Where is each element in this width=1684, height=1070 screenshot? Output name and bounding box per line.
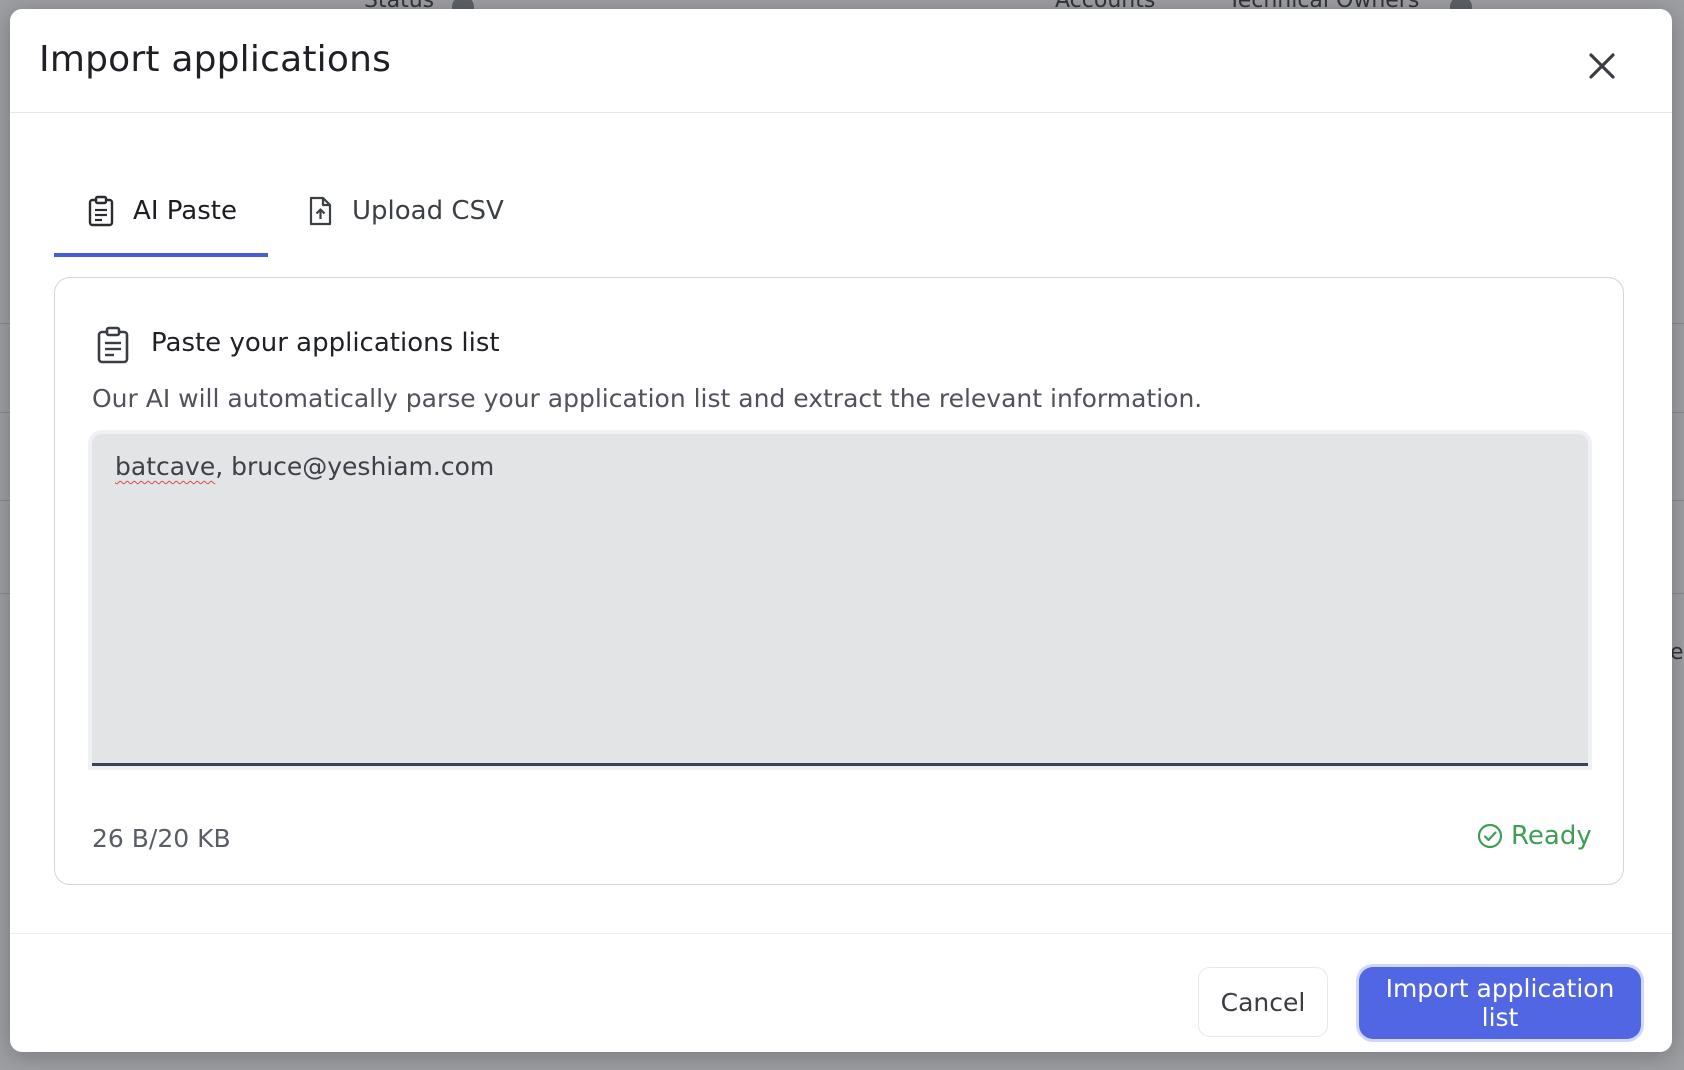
check-circle-icon xyxy=(1477,823,1503,849)
clipboard-icon xyxy=(97,326,129,364)
tab-upload-csv[interactable]: Upload CSV xyxy=(304,169,524,253)
file-upload-icon xyxy=(309,196,332,226)
close-button[interactable] xyxy=(1580,44,1624,88)
import-application-list-button[interactable]: Import application list xyxy=(1359,967,1641,1039)
clipboard-icon xyxy=(88,195,114,227)
tab-ai-paste[interactable]: AI Paste xyxy=(54,169,268,257)
card-description: Our AI will automatically parse your app… xyxy=(92,384,1203,413)
tab-label: AI Paste xyxy=(133,196,237,226)
applications-paste-input[interactable] xyxy=(92,434,1588,766)
tab-label: Upload CSV xyxy=(352,196,504,226)
modal-title: Import applications xyxy=(39,39,392,80)
status-badge: Ready xyxy=(1477,821,1592,851)
paste-card: Paste your applications list Our AI will… xyxy=(54,277,1624,885)
cancel-button[interactable]: Cancel xyxy=(1198,967,1328,1037)
modal-footer: Cancel Import application list xyxy=(10,933,1672,1052)
modal-header: Import applications xyxy=(10,9,1672,113)
import-applications-dialog: Import applications AI Paste Upload CSV … xyxy=(10,9,1672,1052)
close-icon xyxy=(1589,53,1615,79)
import-method-tabs: AI Paste Upload CSV xyxy=(54,169,614,257)
size-indicator: 26 B/20 KB xyxy=(92,824,231,853)
status-label: Ready xyxy=(1511,821,1592,851)
card-title: Paste your applications list xyxy=(151,328,500,358)
